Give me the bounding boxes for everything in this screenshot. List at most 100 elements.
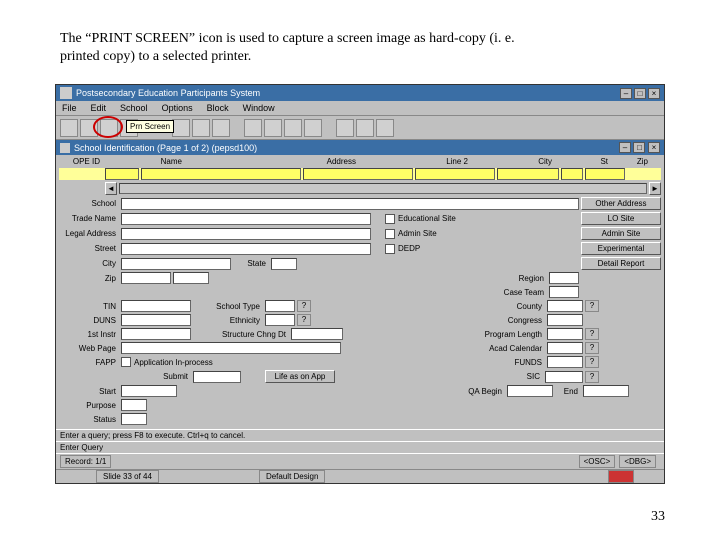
help-ethnicity[interactable]: ?	[297, 314, 311, 326]
child-titlebar: School Identification (Page 1 of 2) (pep…	[56, 140, 664, 155]
toolbar-button-8[interactable]	[244, 119, 262, 137]
menu-options[interactable]: Options	[162, 103, 193, 113]
minimize-button[interactable]: –	[620, 88, 632, 99]
lo-site-button[interactable]: LO Site	[581, 212, 661, 225]
field-status[interactable]	[121, 413, 147, 425]
field-school[interactable]	[121, 198, 579, 210]
child-minimize-button[interactable]: –	[619, 142, 631, 153]
toolbar-button-10[interactable]	[284, 119, 302, 137]
toolbar-button-1[interactable]	[60, 119, 78, 137]
field-submit[interactable]	[193, 371, 241, 383]
label-street: Street	[59, 244, 119, 253]
label-first-instr: 1st Instr	[59, 330, 119, 339]
menu-file[interactable]: File	[62, 103, 77, 113]
menu-edit[interactable]: Edit	[91, 103, 107, 113]
close-button[interactable]: ×	[648, 88, 660, 99]
maximize-button[interactable]: □	[634, 88, 646, 99]
toolbar-button-6[interactable]	[192, 119, 210, 137]
field-trade-name[interactable]	[121, 213, 371, 225]
field-tin[interactable]	[121, 300, 191, 312]
label-name: Name	[141, 157, 185, 166]
label-address: Address	[309, 157, 359, 166]
checkbox-admin-site[interactable]: Admin Site	[385, 229, 437, 239]
toolbar-button-9[interactable]	[264, 119, 282, 137]
other-address-button[interactable]: Other Address	[581, 197, 661, 210]
field-funds[interactable]	[547, 356, 583, 368]
child-icon	[60, 143, 70, 153]
field-start[interactable]	[121, 385, 177, 397]
field-city-hdr[interactable]	[497, 168, 559, 180]
field-ethnicity[interactable]	[265, 314, 295, 326]
label-st: St	[595, 157, 611, 166]
help-acad-calendar[interactable]: ?	[585, 342, 599, 354]
detail-report-button[interactable]: Detail Report	[581, 257, 661, 270]
admin-site-button[interactable]: Admin Site	[581, 227, 661, 240]
field-sic[interactable]	[545, 371, 583, 383]
field-st[interactable]	[561, 168, 583, 180]
field-city[interactable]	[121, 258, 231, 270]
field-duns[interactable]	[121, 314, 191, 326]
field-case-team[interactable]	[549, 286, 579, 298]
field-street2[interactable]	[121, 243, 371, 255]
field-county[interactable]	[547, 300, 583, 312]
scrollbar[interactable]	[119, 183, 647, 194]
field-address[interactable]	[303, 168, 413, 180]
label-region: Region	[487, 274, 547, 283]
label-structure-chng: Structure Chng Dt	[193, 330, 289, 339]
toolbar-button-13[interactable]	[356, 119, 374, 137]
checkbox-dedp[interactable]: DEDP	[385, 244, 420, 254]
label-admin-site: Admin Site	[398, 229, 437, 238]
field-school-type[interactable]	[265, 300, 295, 312]
status-dbg: <DBG>	[619, 455, 656, 468]
toolbar-button-5[interactable]	[172, 119, 190, 137]
checkbox-app-inprocess[interactable]: Application In-process	[121, 357, 213, 367]
toolbar-button-11[interactable]	[304, 119, 322, 137]
field-program-length[interactable]	[547, 328, 583, 340]
help-county[interactable]: ?	[585, 300, 599, 312]
help-funds[interactable]: ?	[585, 356, 599, 368]
field-purpose[interactable]	[121, 399, 147, 411]
field-web-page[interactable]	[121, 342, 341, 354]
field-line2[interactable]	[415, 168, 495, 180]
child-close-button[interactable]: ×	[648, 142, 660, 153]
field-zip-ext[interactable]	[173, 272, 209, 284]
field-qa-begin[interactable]	[507, 385, 553, 397]
field-zip-hdr[interactable]	[585, 168, 625, 180]
field-zip[interactable]	[121, 272, 171, 284]
label-ope-id: OPE ID	[59, 157, 103, 166]
field-congress[interactable]	[547, 314, 583, 326]
experimental-button[interactable]: Experimental	[581, 242, 661, 255]
label-trade-name: Trade Name	[59, 214, 119, 223]
checkbox-educational-site[interactable]: Educational Site	[385, 214, 456, 224]
field-region[interactable]	[549, 272, 579, 284]
toolbar-button-7[interactable]	[212, 119, 230, 137]
menu-window[interactable]: Window	[243, 103, 275, 113]
field-street[interactable]	[121, 228, 371, 240]
label-acad-calendar: Acad Calendar	[465, 344, 545, 353]
field-end[interactable]	[583, 385, 629, 397]
life-as-on-app-button[interactable]: Life as on App	[265, 370, 335, 383]
child-title-text: School Identification (Page 1 of 2) (pep…	[74, 143, 257, 153]
help-program-length[interactable]: ?	[585, 328, 599, 340]
field-acad-calendar[interactable]	[547, 342, 583, 354]
help-school-type[interactable]: ?	[297, 300, 311, 312]
scroll-right-button[interactable]: ►	[649, 182, 661, 195]
field-structure-chng[interactable]	[291, 328, 343, 340]
menu-block[interactable]: Block	[207, 103, 229, 113]
statusbar-record: Record: 1/1 <OSC> <DBG>	[56, 453, 664, 469]
label-dedp: DEDP	[398, 244, 420, 253]
toolbar-button-12[interactable]	[336, 119, 354, 137]
field-name[interactable]	[141, 168, 301, 180]
help-sic[interactable]: ?	[585, 371, 599, 383]
child-maximize-button[interactable]: □	[633, 142, 645, 153]
taskbar-design: Default Design	[259, 470, 325, 483]
field-state[interactable]	[271, 258, 297, 270]
toolbar-button-14[interactable]	[376, 119, 394, 137]
field-ope-id[interactable]	[105, 168, 139, 180]
scroll-left-button[interactable]: ◄	[105, 182, 117, 195]
label-fapp: FAPP	[59, 358, 119, 367]
field-first-instr[interactable]	[121, 328, 191, 340]
print-screen-button[interactable]	[100, 119, 118, 137]
page-number: 33	[651, 509, 665, 525]
menu-school[interactable]: School	[120, 103, 148, 113]
